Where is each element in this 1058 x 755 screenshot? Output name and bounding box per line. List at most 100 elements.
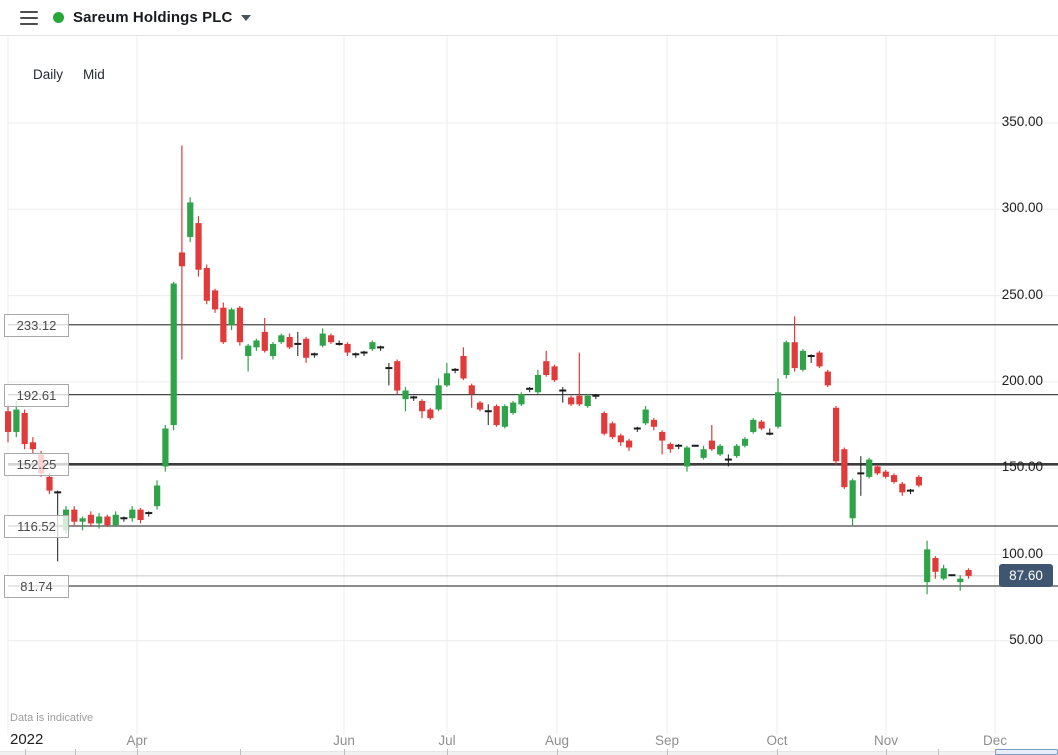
candle	[96, 516, 103, 524]
candle	[568, 397, 575, 405]
candle	[327, 335, 335, 343]
y-axis-tick: 200.00	[1001, 372, 1043, 388]
candle	[708, 440, 715, 450]
candle	[915, 476, 922, 486]
y-axis-tick: 250.00	[1001, 286, 1043, 302]
candle	[833, 407, 840, 462]
candle	[220, 307, 227, 343]
candle	[824, 371, 831, 386]
candle	[741, 438, 749, 446]
menu-icon[interactable]	[20, 10, 38, 25]
candle	[212, 290, 219, 310]
candle	[849, 480, 856, 519]
doji-candle	[484, 410, 492, 413]
candle	[510, 402, 517, 413]
doji-candle	[352, 353, 360, 356]
candle	[104, 516, 111, 526]
candle	[154, 485, 161, 507]
candle	[899, 483, 906, 493]
doji-candle	[633, 427, 641, 430]
scrollbar-tick	[557, 749, 558, 755]
doji-candle	[724, 458, 732, 461]
candle	[940, 568, 947, 579]
candle	[71, 509, 78, 522]
candle	[427, 409, 434, 419]
x-axis-label-jul: Jul	[438, 733, 456, 748]
candle	[443, 373, 451, 386]
candle	[750, 419, 757, 432]
interval-button[interactable]: Daily	[33, 67, 63, 82]
scrollbar-tick	[447, 749, 448, 755]
price-level-label: 233.12	[4, 313, 69, 337]
header-bar: Sareum Holdings PLC	[0, 0, 1058, 36]
candle	[932, 557, 939, 572]
candle	[543, 361, 550, 375]
timeline-scrollbar[interactable]	[0, 749, 1058, 755]
candle	[402, 390, 409, 400]
y-axis-tick: 350.00	[1001, 114, 1043, 129]
candle	[203, 267, 210, 301]
scrollbar-tick	[75, 749, 76, 755]
candle	[319, 333, 326, 346]
candle	[576, 395, 583, 405]
doji-candle	[120, 517, 128, 520]
x-axis-label-sep: Sep	[654, 733, 680, 748]
candle	[394, 361, 401, 391]
candle	[534, 374, 542, 393]
candlestick-chart-canvas[interactable]	[0, 0, 1058, 755]
candle	[137, 509, 144, 520]
candle	[162, 428, 169, 467]
candle	[187, 202, 194, 237]
data-indicative-note: Data is indicative	[10, 712, 94, 724]
candle	[435, 385, 442, 410]
candle	[87, 514, 94, 524]
candle	[758, 421, 765, 429]
candle	[617, 435, 624, 443]
doji-candle	[857, 472, 865, 475]
candle	[13, 409, 20, 432]
candle	[626, 440, 633, 448]
candle	[245, 345, 252, 357]
candle	[493, 406, 500, 426]
candle	[369, 342, 376, 350]
candle	[286, 337, 293, 348]
price-level-label: 192.61	[4, 383, 69, 407]
market-open-dot-icon	[53, 12, 64, 23]
price-level-label: 152.25	[4, 453, 69, 477]
chevron-down-icon[interactable]	[241, 14, 252, 21]
candle	[112, 514, 119, 526]
candle	[501, 406, 508, 427]
x-axis-label-apr: Apr	[126, 733, 148, 748]
scrollbar-active-range[interactable]	[995, 749, 1058, 755]
doji-candle	[145, 512, 153, 515]
scrollbar-tick	[344, 749, 345, 755]
x-axis-year-label: 2022	[10, 731, 44, 748]
candle	[46, 476, 53, 491]
doji-candle	[410, 396, 418, 399]
candle	[924, 549, 931, 583]
candle	[195, 223, 202, 270]
candle	[269, 343, 277, 357]
candle	[650, 419, 658, 427]
candle	[874, 466, 881, 474]
doji-candle	[592, 394, 600, 397]
scrollbar-tick	[137, 749, 138, 755]
candle	[642, 409, 649, 424]
y-axis-tick: 100.00	[1001, 545, 1043, 561]
candle	[584, 395, 591, 407]
doji-candle	[907, 489, 915, 492]
y-axis-tick: 300.00	[1001, 200, 1043, 216]
candle	[460, 356, 467, 379]
scrollbar-tick	[25, 749, 26, 755]
candle	[866, 459, 873, 477]
instrument-title[interactable]: Sareum Holdings PLC	[73, 9, 232, 26]
candle	[419, 400, 426, 412]
candle	[799, 350, 807, 370]
price-level-label: 116.52	[4, 514, 69, 538]
doji-candle	[451, 368, 459, 371]
candle	[468, 385, 475, 394]
chart-type-button[interactable]: Mid	[83, 67, 105, 82]
trading-chart-app: Sareum Holdings PLC Daily Mid 350.00 300.…	[0, 0, 1058, 755]
candle	[775, 392, 782, 427]
candle	[261, 331, 268, 351]
